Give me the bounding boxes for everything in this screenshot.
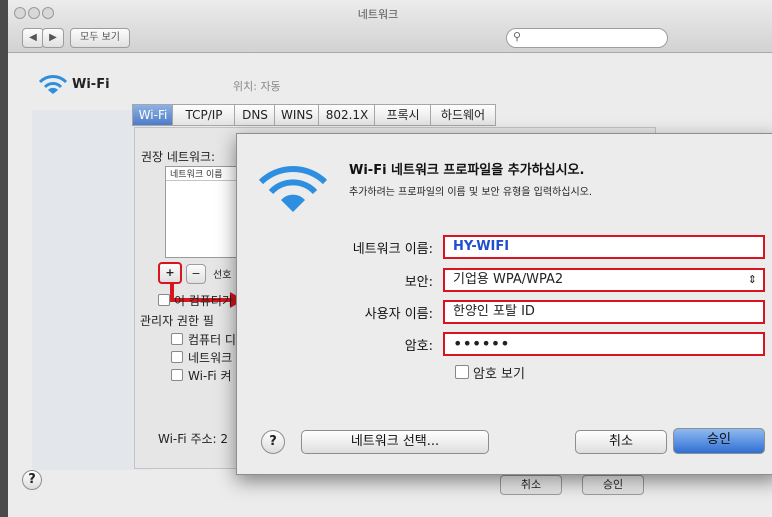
username-field[interactable]: 한양인 포탈 ID (443, 300, 765, 324)
remove-network-button[interactable]: − (186, 264, 206, 284)
wifi-icon (258, 166, 328, 212)
search-icon: ⚲ (513, 30, 522, 43)
search-field[interactable]: ⚲ (506, 28, 668, 48)
option-network-label: 네트워크 (188, 351, 233, 365)
zoom-window-button[interactable] (42, 7, 54, 19)
network-name-column: 네트워크 이름 (166, 167, 244, 181)
tab-proxy[interactable]: 프록시 (374, 104, 432, 126)
option-computer-label: 컴퓨터 디 (188, 333, 236, 347)
tab-dns[interactable]: DNS (234, 104, 276, 126)
username-label: 사용자 이름: (364, 307, 433, 322)
option-network-checkbox[interactable] (171, 351, 183, 363)
dialog-title: Wi-Fi 네트워크 프로파일을 추가하십시오. (349, 163, 585, 178)
dialog-help-button[interactable]: ? (261, 430, 285, 454)
preferred-order-label: 선호 (213, 270, 232, 281)
dialog-subtitle: 추가하려는 프로파일의 이름 및 보안 유형을 입력하십시오. (349, 187, 593, 198)
option-wifi-checkbox[interactable] (171, 369, 183, 381)
wifi-heading: Wi-Fi (72, 77, 110, 92)
window-title: 네트워크 (357, 8, 399, 21)
select-arrows-icon: ⇕ (747, 273, 757, 286)
add-wifi-profile-dialog: Wi-Fi 네트워크 프로파일을 추가하십시오. 추가하려는 프로파일의 이름 … (236, 133, 772, 475)
add-network-button[interactable]: + (158, 262, 182, 284)
network-name-field[interactable]: HY-WIFI (443, 235, 765, 259)
tab-wifi[interactable]: Wi-Fi (132, 104, 174, 126)
network-name-label: 네트워크 이름: (352, 242, 433, 257)
tab-hardware[interactable]: 하드웨어 (430, 104, 496, 126)
back-button[interactable]: ◀ (22, 28, 44, 48)
password-field[interactable]: •••••• (443, 332, 765, 356)
tab-8021x[interactable]: 802.1X (318, 104, 376, 126)
show-password-checkbox[interactable] (455, 365, 469, 379)
security-label: 보안: (404, 275, 433, 290)
tab-wins[interactable]: WINS (274, 104, 320, 126)
settings-ok-button[interactable]: 승인 (582, 475, 644, 495)
tab-tcpip[interactable]: TCP/IP (172, 104, 236, 126)
tab-bar: Wi-Fi TCP/IP DNS WINS 802.1X 프록시 하드웨어 (132, 104, 564, 126)
location-label: 위치: 자동 (233, 80, 281, 93)
close-window-button[interactable] (14, 7, 26, 19)
dialog-cancel-button[interactable]: 취소 (575, 430, 667, 454)
wifi-icon (38, 75, 68, 94)
show-password-label: 암호 보기 (473, 367, 525, 382)
security-value: 기업용 WPA/WPA2 (453, 272, 564, 287)
settings-cancel-button[interactable]: 취소 (500, 475, 562, 495)
admin-required-label: 관리자 권한 필 (140, 314, 214, 328)
remember-networks-label: 이 컴퓨터가 (174, 294, 234, 308)
option-wifi-label: Wi-Fi 켜 (188, 369, 232, 383)
preferred-networks-label: 권장 네트워크: (141, 150, 216, 164)
forward-button[interactable]: ▶ (42, 28, 64, 48)
password-label: 암호: (404, 339, 433, 354)
show-all-button[interactable]: 모두 보기 (70, 28, 130, 48)
security-select[interactable]: 기업용 WPA/WPA2 ⇕ (443, 268, 765, 292)
dialog-ok-button[interactable]: 승인 (673, 428, 765, 454)
choose-network-button[interactable]: 네트워크 선택... (301, 430, 489, 454)
option-computer-checkbox[interactable] (171, 333, 183, 345)
wifi-address-label: Wi-Fi 주소: 2 (158, 432, 229, 446)
help-button[interactable]: ? (22, 470, 42, 490)
title-bar: 네트워크 ◀ ▶ 모두 보기 ⚲ (8, 0, 772, 53)
minimize-window-button[interactable] (28, 7, 40, 19)
remember-networks-checkbox[interactable] (158, 294, 170, 306)
preferred-networks-list[interactable]: 네트워크 이름 (165, 166, 245, 258)
